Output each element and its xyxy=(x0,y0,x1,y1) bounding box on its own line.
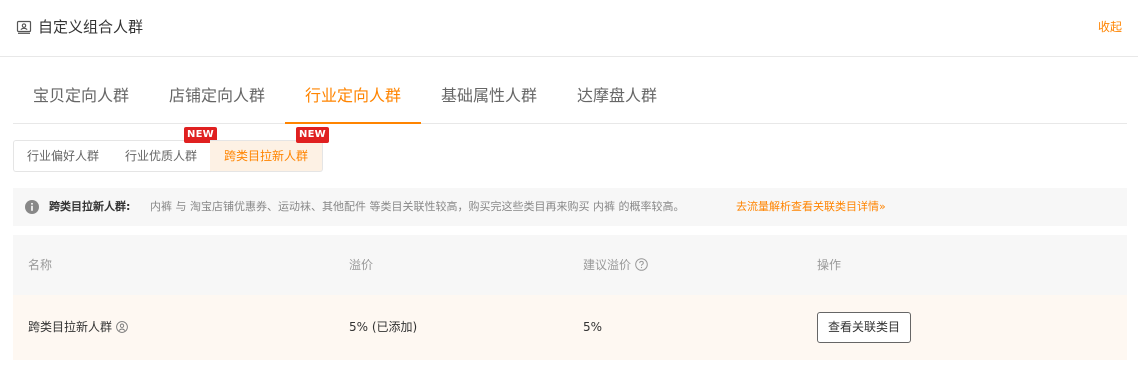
new-badge: NEW xyxy=(296,127,329,143)
column-header-action: 操作 xyxy=(817,258,842,272)
user-circle-icon xyxy=(116,321,128,333)
question-circle-icon[interactable] xyxy=(635,258,648,271)
tab-shop-targeting[interactable]: 店铺定向人群 xyxy=(149,71,285,123)
main-tabs: 宝贝定向人群 店铺定向人群 行业定向人群 基础属性人群 达摩盘人群 xyxy=(13,71,1127,124)
group-card-icon xyxy=(16,20,32,34)
info-bar: 跨类目拉新人群: 内裤 与 淘宝店铺优惠券、运动袜、其他配件 等类目关联性较高，… xyxy=(13,188,1127,226)
table-row: 跨类目拉新人群 5% (已添加) 5% 查看关联类目 xyxy=(13,295,1127,360)
tab-industry-targeting[interactable]: 行业定向人群 xyxy=(285,71,421,124)
collapse-link[interactable]: 收起 xyxy=(1098,19,1122,35)
crowd-table: 名称 溢价 建议溢价 操作 跨类目拉新人群 5% (已添加) 5% 查看关联类目 xyxy=(13,235,1127,360)
row-suggested-premium: 5% xyxy=(583,320,603,334)
column-header-premium: 溢价 xyxy=(349,258,374,272)
row-name-cell: 跨类目拉新人群 xyxy=(28,320,128,335)
subtab-label: 行业偏好人群 xyxy=(26,149,99,163)
subtab-industry-preference[interactable]: 行业偏好人群 xyxy=(13,140,112,172)
subtab-cross-category[interactable]: 跨类目拉新人群 xyxy=(210,140,323,172)
row-name: 跨类目拉新人群 xyxy=(28,320,113,334)
subtab-industry-quality[interactable]: 行业优质人群 xyxy=(112,140,210,172)
page-title: 自定义组合人群 xyxy=(38,18,144,36)
column-header-name: 名称 xyxy=(28,258,53,272)
tab-basic-attributes[interactable]: 基础属性人群 xyxy=(421,71,557,123)
info-text: 内裤 与 淘宝店铺优惠券、运动袜、其他配件 等类目关联性较高，购买完这些类目再来… xyxy=(150,200,685,213)
subtab-label: 跨类目拉新人群 xyxy=(223,149,308,163)
tab-damopan[interactable]: 达摩盘人群 xyxy=(557,71,677,123)
view-related-categories-button[interactable]: 查看关联类目 xyxy=(817,312,911,343)
info-label: 跨类目拉新人群: xyxy=(49,200,131,213)
traffic-analysis-link[interactable]: 去流量解析查看关联类目详情» xyxy=(736,200,886,214)
table-header: 名称 溢价 建议溢价 操作 xyxy=(13,235,1127,295)
info-circle-icon xyxy=(25,200,39,214)
row-premium: 5% (已添加) xyxy=(349,320,418,334)
column-header-suggested-label: 建议溢价 xyxy=(583,258,632,272)
panel-header: 自定义组合人群 收起 xyxy=(0,0,1138,57)
subtab-label: 行业优质人群 xyxy=(124,149,197,163)
column-header-suggested: 建议溢价 xyxy=(583,258,648,272)
tab-item-targeting[interactable]: 宝贝定向人群 xyxy=(13,71,149,123)
sub-tabs: 行业偏好人群 行业优质人群 NEW 跨类目拉新人群 NEW xyxy=(13,127,329,172)
